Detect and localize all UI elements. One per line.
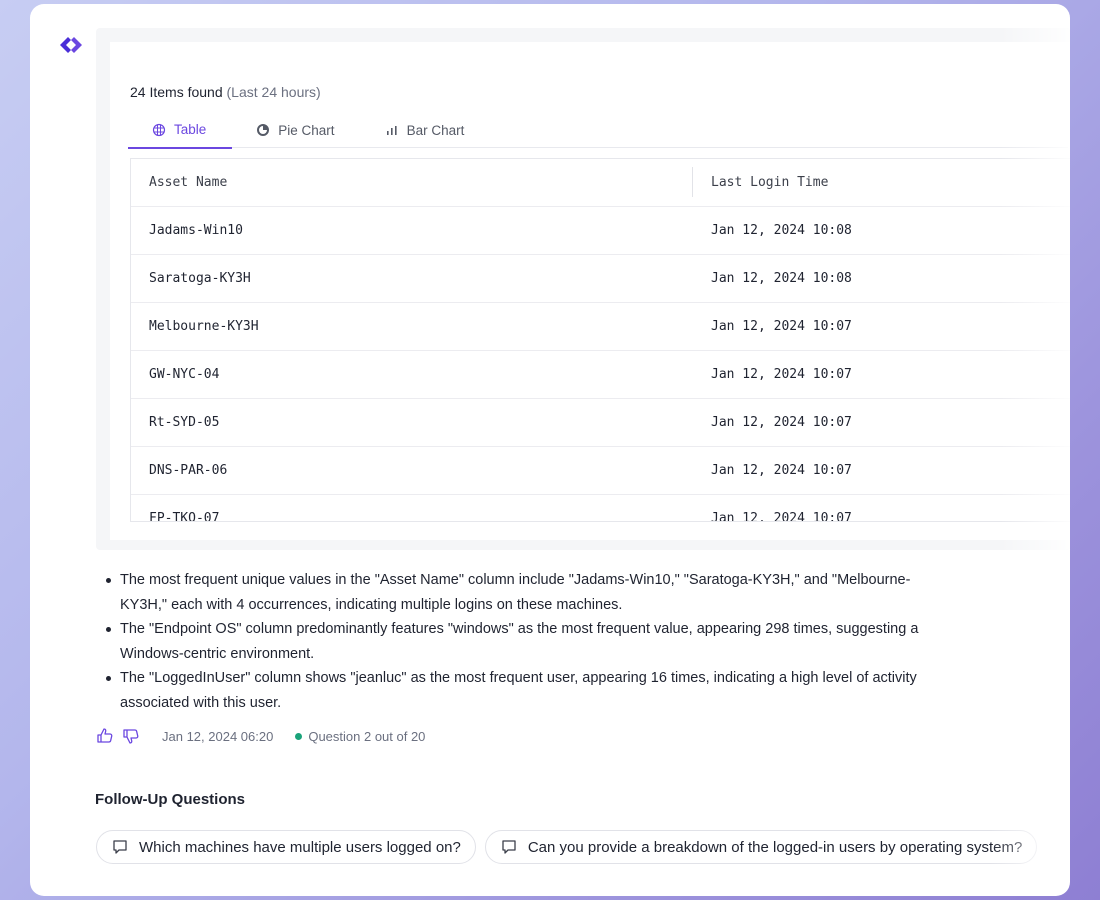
cell-asset-name: Jadams-Win10	[149, 223, 243, 238]
result-content: 24 Items found (Last 24 hours) Table Pie…	[110, 42, 1070, 540]
tab-table[interactable]: Table	[128, 112, 233, 149]
cell-asset-name: Saratoga-KY3H	[149, 271, 251, 286]
thumbs-down-icon[interactable]	[122, 727, 140, 745]
summary-list: The most frequent unique values in the "…	[100, 568, 940, 715]
followup-question-text: Can you provide a breakdown of the logge…	[527, 838, 1023, 856]
chips-fade	[990, 824, 1070, 868]
table-row: Jadams-Win10 Jan 12, 2024 10:08	[131, 207, 1070, 255]
cell-last-login-time: Jan 12, 2024 10:07	[711, 367, 852, 382]
chat-bubble-icon	[502, 840, 516, 854]
tab-pie-chart[interactable]: Pie Chart	[232, 112, 360, 148]
view-tabs: Table Pie Chart Bar Chart	[128, 112, 1068, 149]
summary-bullet: The most frequent unique values in the "…	[100, 568, 940, 617]
answer-timestamp: Jan 12, 2024 06:20	[162, 728, 274, 744]
table-row: GW-NYC-04 Jan 12, 2024 10:07	[131, 351, 1070, 399]
table-row: Saratoga-KY3H Jan 12, 2024 10:08	[131, 255, 1070, 303]
tab-table-label: Table	[174, 122, 207, 137]
chat-bubble-icon	[113, 840, 127, 854]
cell-last-login-time: Jan 12, 2024 10:07	[711, 319, 852, 334]
summary-bullet: The "Endpoint OS" column predominantly f…	[100, 617, 940, 666]
cell-asset-name: Melbourne-KY3H	[149, 319, 259, 334]
followup-question-text: Which machines have multiple users logge…	[139, 838, 461, 856]
globe-grid-icon	[152, 123, 166, 136]
items-found-timeframe: (Last 24 hours)	[226, 84, 321, 100]
pie-chart-icon	[257, 124, 270, 136]
cell-last-login-time: Jan 12, 2024 10:08	[711, 223, 852, 238]
question-counter: Question 2 out of 20	[308, 728, 426, 744]
table-row: Melbourne-KY3H Jan 12, 2024 10:07	[131, 303, 1070, 351]
table-header: Asset Name Last Login Time	[131, 159, 1070, 207]
table-row: Rt-SYD-05 Jan 12, 2024 10:07	[131, 399, 1070, 447]
column-header-asset-name[interactable]: Asset Name	[131, 159, 693, 206]
bar-chart-icon	[386, 126, 397, 135]
followup-title: Follow-Up Questions	[95, 791, 245, 808]
cell-asset-name: FP-TKO-07	[149, 511, 220, 522]
cell-last-login-time: Jan 12, 2024 10:07	[711, 415, 852, 430]
status-dot	[295, 732, 303, 740]
thumbs-up-icon[interactable]	[96, 727, 114, 745]
tab-bar-chart-label: Bar Chart	[406, 122, 465, 138]
column-header-last-login-time[interactable]: Last Login Time	[693, 159, 828, 206]
tab-bar-chart[interactable]: Bar Chart	[361, 112, 491, 148]
results-table: Asset Name Last Login Time Jadams-Win10 …	[130, 158, 1070, 522]
answer-meta: Jan 12, 2024 06:20 Question 2 out of 20	[96, 727, 425, 745]
followup-chips: Which machines have multiple users logge…	[96, 830, 1070, 864]
followup-question-chip[interactable]: Can you provide a breakdown of the logge…	[484, 830, 1038, 864]
summary-bullet: The "LoggedInUser" column shows "jeanluc…	[100, 666, 940, 715]
chat-card: 24 Items found (Last 24 hours) Table Pie…	[30, 4, 1070, 896]
cell-last-login-time: Jan 12, 2024 10:07	[711, 511, 852, 522]
table-row: DNS-PAR-06 Jan 12, 2024 10:07	[131, 447, 1070, 495]
items-found-label: 24 Items found (Last 24 hours)	[130, 84, 321, 100]
cell-asset-name: GW-NYC-04	[149, 367, 220, 382]
items-found-count: 24 Items found	[130, 84, 223, 100]
cell-asset-name: Rt-SYD-05	[149, 415, 220, 430]
cell-last-login-time: Jan 12, 2024 10:07	[711, 463, 852, 478]
table-row: FP-TKO-07 Jan 12, 2024 10:07	[131, 495, 1070, 522]
followup-question-chip[interactable]: Which machines have multiple users logge…	[96, 830, 476, 864]
app-logo-icon	[60, 37, 82, 53]
tab-pie-chart-label: Pie Chart	[278, 122, 335, 138]
cell-last-login-time: Jan 12, 2024 10:08	[711, 271, 852, 286]
cell-asset-name: DNS-PAR-06	[149, 463, 228, 478]
result-panel: 24 Items found (Last 24 hours) Table Pie…	[96, 28, 1070, 550]
